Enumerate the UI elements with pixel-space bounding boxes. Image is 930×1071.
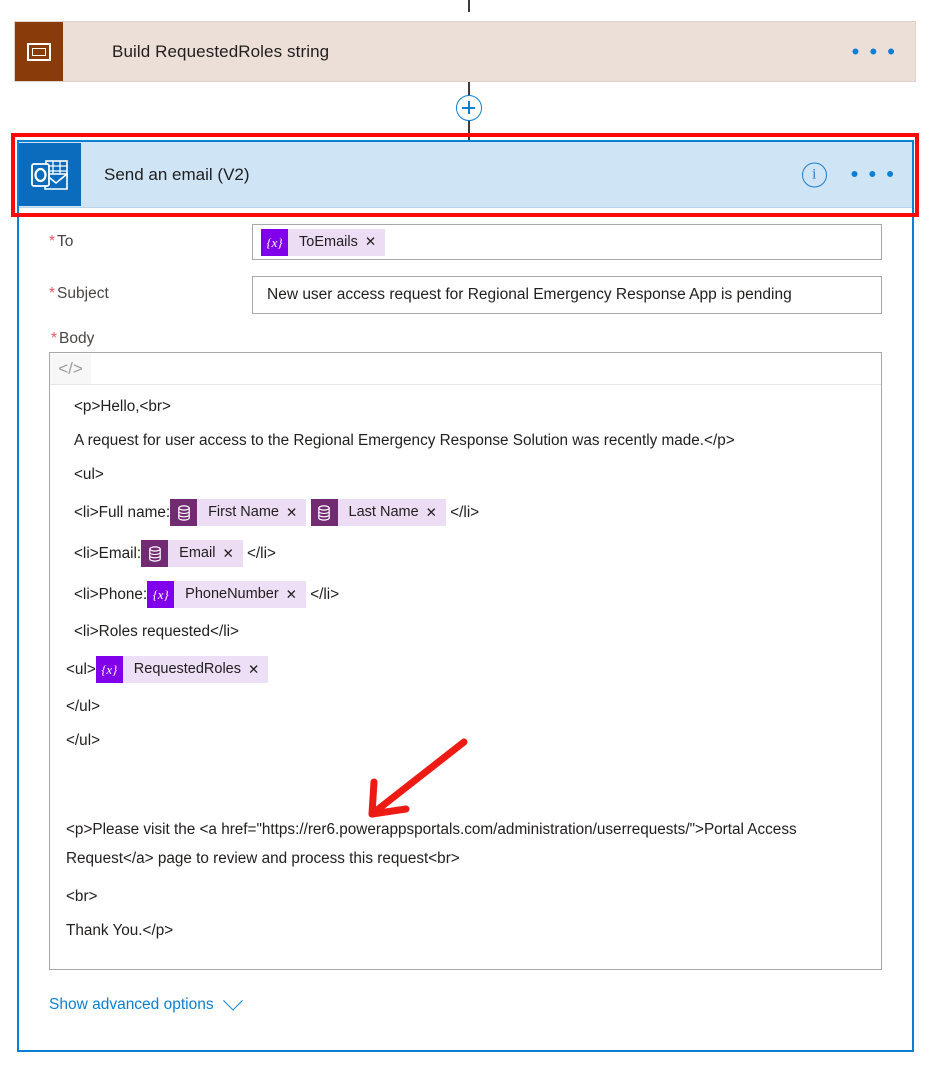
body-line-text: </li>: [242, 544, 276, 562]
email-form: * To {x} ToEmails ✕ * Subject New user a…: [19, 208, 912, 1014]
body-line-text: <p>Please visit the <a href="https://rer…: [66, 821, 797, 868]
body-line-text: </ul>: [66, 698, 101, 716]
body-line-text: </li>: [305, 585, 340, 603]
required-marker: *: [49, 285, 56, 302]
token-last-name[interactable]: Last Name ✕: [310, 499, 446, 526]
variables-icon: [15, 22, 63, 81]
token-label: Last Name: [348, 504, 419, 521]
connector-line-top: [468, 0, 470, 12]
action-header-send-an-email[interactable]: Send an email (V2) i • • •: [19, 142, 912, 208]
subject-input[interactable]: New user access request for Regional Eme…: [252, 276, 882, 314]
outlook-icon: [19, 143, 81, 206]
body-line: Thank You.</p>: [64, 921, 867, 941]
body-line: <li>Full name: First Name ✕ Last Name ✕ </l…: [64, 499, 867, 526]
dataverse-token-icon: [170, 499, 198, 526]
to-label-text: To: [57, 233, 74, 250]
token-label: First Name: [208, 504, 279, 521]
body-line: <p>Please visit the <a href="https://rer…: [64, 815, 867, 873]
subject-label-text: Subject: [57, 285, 109, 302]
field-row-to: * To {x} ToEmails ✕: [49, 224, 882, 260]
body-line-text: </ul>: [66, 732, 101, 750]
show-advanced-options-button[interactable]: Show advanced options: [49, 990, 243, 1014]
action-title: Send an email (V2): [104, 164, 250, 184]
body-line-text: <ul>: [66, 660, 96, 678]
to-label: * To: [49, 224, 252, 251]
field-group-body: * Body </> <p>Hello,<br> A request for use…: [49, 330, 882, 971]
body-line-text: </li>: [445, 503, 480, 521]
token-label: RequestedRoles: [133, 661, 241, 678]
code-view-icon[interactable]: </>: [50, 353, 91, 384]
add-step-button[interactable]: [456, 95, 482, 121]
action-header-actions: i • • •: [801, 162, 896, 187]
token-remove-icon[interactable]: ✕: [365, 235, 385, 249]
token-label: Email: [179, 545, 216, 562]
action-title: Build RequestedRoles string: [112, 41, 330, 61]
token-label: PhoneNumber: [185, 586, 279, 603]
variable-token-icon: {x}: [261, 228, 288, 256]
body-line-text: <p>Hello,<br>: [74, 398, 171, 416]
body-line-text: <li>Full name:: [74, 503, 171, 521]
token-remove-icon[interactable]: ✕: [222, 547, 242, 561]
variable-token-icon: {x}: [147, 581, 175, 608]
token-remove-icon[interactable]: ✕: [426, 506, 446, 520]
body-line: <li>Roles requested</li>: [64, 622, 867, 642]
body-line-text: <ul>: [74, 466, 104, 484]
body-line: <li>Phone: {x} PhoneNumber ✕ </li>: [64, 581, 867, 608]
body-editor: </> <p>Hello,<br> A request for user acce…: [49, 352, 882, 971]
action-card-send-an-email: Send an email (V2) i • • • * To {x} ToEma…: [17, 140, 914, 1052]
token-first-name[interactable]: First Name ✕: [170, 499, 307, 526]
to-input[interactable]: {x} ToEmails ✕: [252, 224, 882, 260]
variable-token-icon: {x}: [95, 656, 123, 683]
token-label: ToEmails: [299, 234, 358, 250]
body-line: </ul>: [64, 697, 867, 717]
body-line: [64, 765, 867, 801]
body-line-text: <li>Phone:: [74, 585, 148, 603]
required-marker: *: [49, 233, 56, 250]
power-automate-flow-designer: Build RequestedRoles string • • • Send a…: [0, 0, 930, 1071]
body-line: <li>Email: Email ✕ </li>: [64, 540, 867, 567]
body-content[interactable]: <p>Hello,<br> A request for user access t…: [50, 385, 881, 969]
token-email[interactable]: Email ✕: [141, 540, 243, 567]
body-label-text: Body: [59, 330, 95, 347]
action-menu-button[interactable]: • • •: [852, 40, 897, 63]
action-card-build-requestedroles[interactable]: Build RequestedRoles string • • •: [14, 21, 916, 82]
body-label: * Body: [51, 330, 882, 348]
body-line-text: <br>: [66, 888, 98, 906]
body-line: <ul> {x} RequestedRoles ✕: [64, 656, 867, 683]
token-phonenumber[interactable]: {x} PhoneNumber ✕: [147, 581, 306, 608]
body-line: <ul>: [64, 465, 867, 485]
body-line: </ul>: [64, 731, 867, 751]
body-line: A request for user access to the Regiona…: [64, 431, 867, 451]
body-line: <br>: [64, 887, 867, 907]
token-requestedroles[interactable]: {x} RequestedRoles ✕: [95, 656, 269, 683]
body-line-text: <li>Email:: [74, 544, 142, 562]
action-menu-button[interactable]: • • •: [851, 163, 896, 186]
body-line-text: A request for user access to the Regiona…: [74, 432, 735, 450]
token-toemails[interactable]: {x} ToEmails ✕: [261, 228, 386, 256]
info-icon[interactable]: i: [801, 162, 827, 187]
subject-label: * Subject: [49, 276, 252, 303]
required-marker: *: [51, 330, 58, 347]
chevron-down-icon: [222, 990, 243, 1011]
dataverse-token-icon: [141, 540, 169, 567]
body-line-text: Thank You.</p>: [66, 922, 174, 940]
token-remove-icon[interactable]: ✕: [286, 588, 306, 602]
body-line: <p>Hello,<br>: [64, 397, 867, 417]
token-remove-icon[interactable]: ✕: [248, 663, 268, 677]
token-remove-icon[interactable]: ✕: [286, 506, 306, 520]
body-line-text: <li>Roles requested</li>: [74, 623, 239, 641]
dataverse-token-icon: [310, 499, 338, 526]
field-row-subject: * Subject New user access request for Reg…: [49, 276, 882, 314]
body-toolbar: </>: [50, 353, 881, 385]
show-advanced-options-label: Show advanced options: [49, 996, 214, 1014]
